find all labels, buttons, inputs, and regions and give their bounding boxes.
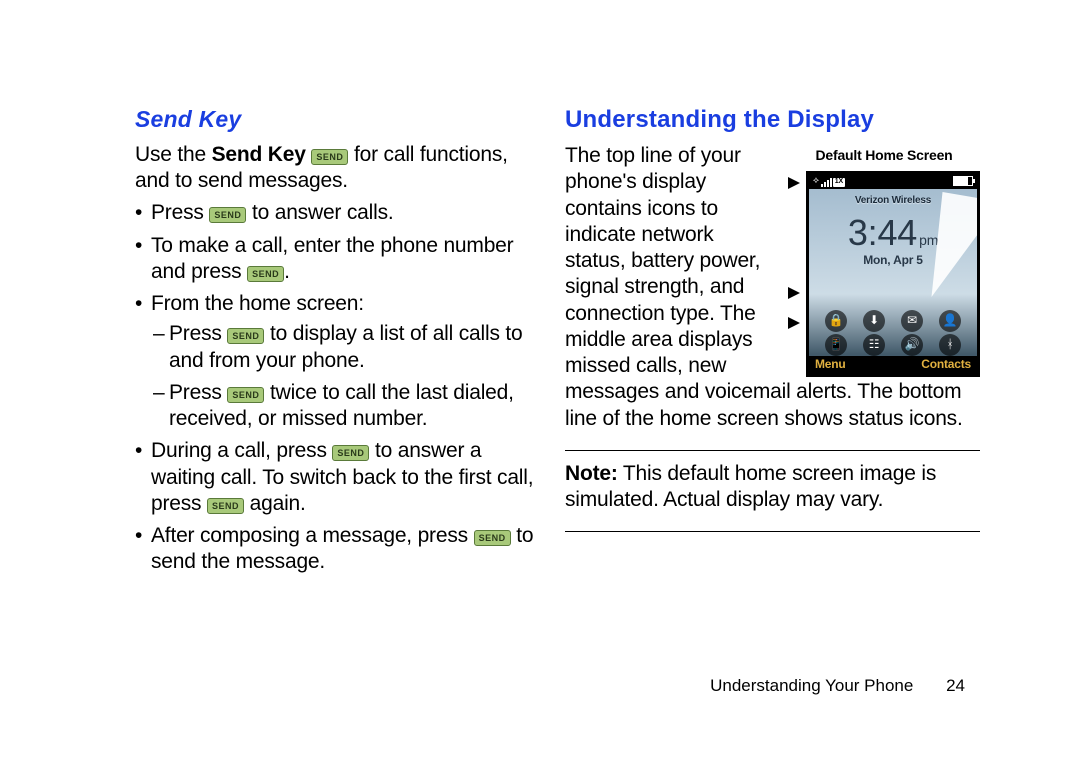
- divider: [565, 450, 980, 451]
- signal-icon: ⟡ 1X: [813, 175, 845, 186]
- footer-section: Understanding Your Phone: [710, 676, 913, 695]
- sailboat-graphic: [931, 192, 980, 297]
- intro-text: Use the Send Key SEND for call functions…: [135, 142, 535, 195]
- list-item: From the home screen: Press SEND to disp…: [149, 291, 535, 432]
- phone-mockup-block: Default Home Screen ⟡ 1X: [788, 147, 980, 377]
- message-icon: ✉: [901, 310, 923, 332]
- shortcut-row-1: 🔒 ⬇ ✉ 👤: [809, 310, 977, 332]
- network-1x-icon: 1X: [833, 178, 845, 187]
- battery-icon: [953, 176, 973, 186]
- shortcut-row-2: 📱 ☷ 🔊 ᚼ: [809, 334, 977, 356]
- send-key-icon: SEND: [227, 387, 264, 403]
- list-item: Press SEND twice to call the last dialed…: [169, 380, 535, 433]
- heading-understanding-display: Understanding the Display: [565, 105, 980, 135]
- list-item: Press SEND to answer calls.: [149, 200, 535, 226]
- softkey-contacts: Contacts: [921, 357, 971, 372]
- volume-icon: 🔊: [901, 334, 923, 356]
- sub-list: Press SEND to display a list of all call…: [151, 321, 535, 432]
- arrow-icon: [788, 317, 800, 329]
- list-item: Press SEND to display a list of all call…: [169, 321, 535, 374]
- bullet-list: Press SEND to answer calls. To make a ca…: [135, 200, 535, 575]
- send-key-icon: SEND: [247, 266, 284, 282]
- list-item: After composing a message, press SEND to…: [149, 523, 535, 576]
- arrow-icon: [788, 287, 800, 299]
- send-key-icon: SEND: [311, 149, 348, 165]
- callout-arrows: [788, 171, 800, 377]
- page-footer: Understanding Your Phone 24: [710, 676, 965, 696]
- arrow-icon: [788, 177, 800, 189]
- bluetooth-icon: ᚼ: [939, 334, 961, 356]
- right-column: Understanding the Display Default Home S…: [565, 105, 980, 582]
- list-item: To make a call, enter the phone number a…: [149, 233, 535, 286]
- softkey-bar: Menu Contacts: [809, 356, 977, 374]
- phone-icon: 📱: [825, 334, 847, 356]
- download-icon: ⬇: [863, 310, 885, 332]
- heading-send-key: Send Key: [135, 105, 535, 134]
- lock-icon: 🔒: [825, 310, 847, 332]
- send-key-icon: SEND: [474, 530, 511, 546]
- send-key-icon: SEND: [227, 328, 264, 344]
- softkey-menu: Menu: [815, 357, 846, 372]
- mockup-caption: Default Home Screen: [788, 147, 980, 165]
- left-column: Send Key Use the Send Key SEND for call …: [135, 105, 535, 582]
- note-text: Note: This default home screen image is …: [565, 461, 980, 514]
- page-number: 24: [946, 676, 965, 695]
- send-key-icon: SEND: [332, 445, 369, 461]
- divider: [565, 531, 980, 532]
- list-item: During a call, press SEND to answer a wa…: [149, 438, 535, 517]
- phone-screen: ⟡ 1X Verizon Wireless 3:44pm Mon, Apr 5 …: [806, 171, 980, 377]
- status-bar: ⟡ 1X: [809, 174, 977, 189]
- voicemail-icon: 👤: [939, 310, 961, 332]
- keypad-icon: ☷: [863, 334, 885, 356]
- send-key-icon: SEND: [207, 498, 244, 514]
- send-key-icon: SEND: [209, 207, 246, 223]
